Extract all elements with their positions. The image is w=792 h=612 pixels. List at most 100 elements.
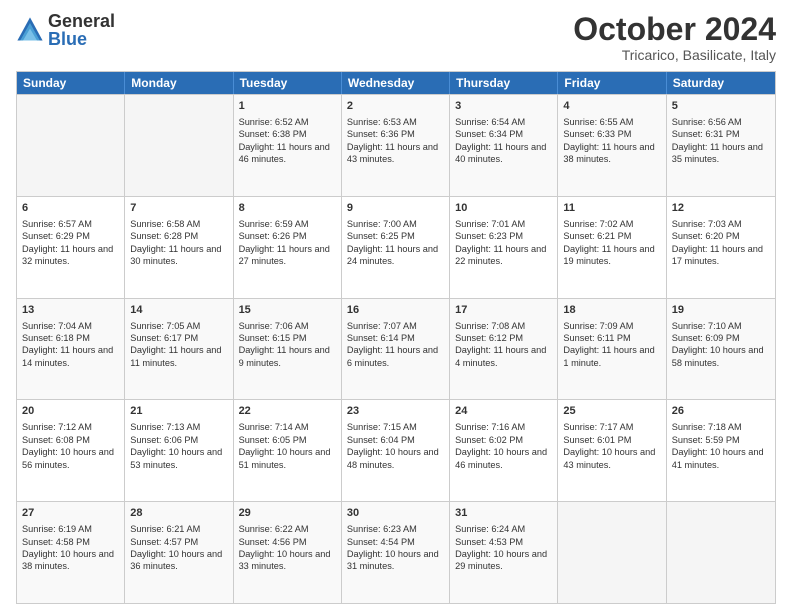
calendar-day: 30 Sunrise: 6:23 AM Sunset: 4:54 PM Dayli… bbox=[342, 502, 450, 603]
day-number: 1 bbox=[239, 99, 336, 114]
day-number: 12 bbox=[672, 201, 770, 216]
day-number: 27 bbox=[22, 506, 119, 521]
calendar-day: 15Sunrise: 7:06 AM Sunset: 6:15 PM Dayli… bbox=[234, 299, 342, 400]
day-info: Sunrise: 7:08 AM Sunset: 6:12 PM Dayligh… bbox=[455, 321, 549, 368]
day-info: Sunrise: 7:02 AM Sunset: 6:21 PM Dayligh… bbox=[563, 219, 657, 266]
day-info: Sunrise: 7:12 AM Sunset: 6:08 PM Dayligh… bbox=[22, 422, 117, 469]
weekday-header: Saturday bbox=[667, 72, 775, 94]
day-number: 30 bbox=[347, 506, 444, 521]
calendar-day: 5Sunrise: 6:56 AM Sunset: 6:31 PM Daylig… bbox=[667, 95, 775, 196]
weekday-header: Sunday bbox=[17, 72, 125, 94]
day-number: 9 bbox=[347, 201, 444, 216]
calendar-day: 31Sunrise: 6:24 AM Sunset: 4:53 PM Dayli… bbox=[450, 502, 558, 603]
calendar-header: SundayMondayTuesdayWednesdayThursdayFrid… bbox=[17, 72, 775, 94]
day-info: Sunrise: 7:00 AM Sunset: 6:25 PM Dayligh… bbox=[347, 219, 441, 266]
day-info: Sunrise: 7:18 AM Sunset: 5:59 PM Dayligh… bbox=[672, 422, 767, 469]
calendar-day: 21Sunrise: 7:13 AM Sunset: 6:06 PM Dayli… bbox=[125, 400, 233, 501]
day-number: 20 bbox=[22, 404, 119, 419]
day-number: 29 bbox=[239, 506, 336, 521]
weekday-header: Friday bbox=[558, 72, 666, 94]
calendar-day: 16Sunrise: 7:07 AM Sunset: 6:14 PM Dayli… bbox=[342, 299, 450, 400]
day-info: Sunrise: 6:23 AM Sunset: 4:54 PM Dayligh… bbox=[347, 524, 442, 571]
weekday-header: Monday bbox=[125, 72, 233, 94]
day-info: Sunrise: 7:16 AM Sunset: 6:02 PM Dayligh… bbox=[455, 422, 550, 469]
day-number: 13 bbox=[22, 303, 119, 318]
weekday-header: Wednesday bbox=[342, 72, 450, 94]
calendar-row: 6 Sunrise: 6:57 AM Sunset: 6:29 PM Daylig… bbox=[17, 196, 775, 298]
calendar-day: 1 Sunrise: 6:52 AM Sunset: 6:38 PM Daylig… bbox=[234, 95, 342, 196]
day-number: 22 bbox=[239, 404, 336, 419]
month-title: October 2024 bbox=[573, 12, 776, 47]
calendar-day: 9 Sunrise: 7:00 AM Sunset: 6:25 PM Daylig… bbox=[342, 197, 450, 298]
calendar-row: 1 Sunrise: 6:52 AM Sunset: 6:38 PM Daylig… bbox=[17, 94, 775, 196]
day-number: 17 bbox=[455, 303, 552, 318]
day-info: Sunrise: 7:01 AM Sunset: 6:23 PM Dayligh… bbox=[455, 219, 549, 266]
calendar-day: 2 Sunrise: 6:53 AM Sunset: 6:36 PM Daylig… bbox=[342, 95, 450, 196]
day-number: 5 bbox=[672, 99, 770, 114]
day-number: 18 bbox=[563, 303, 660, 318]
page: General Blue October 2024 Tricarico, Bas… bbox=[0, 0, 792, 612]
calendar-day: 25Sunrise: 7:17 AM Sunset: 6:01 PM Dayli… bbox=[558, 400, 666, 501]
calendar-day: 8 Sunrise: 6:59 AM Sunset: 6:26 PM Daylig… bbox=[234, 197, 342, 298]
calendar-empty bbox=[17, 95, 125, 196]
day-info: Sunrise: 7:13 AM Sunset: 6:06 PM Dayligh… bbox=[130, 422, 225, 469]
day-number: 14 bbox=[130, 303, 227, 318]
day-info: Sunrise: 7:14 AM Sunset: 6:05 PM Dayligh… bbox=[239, 422, 334, 469]
calendar-day: 11 Sunrise: 7:02 AM Sunset: 6:21 PM Dayli… bbox=[558, 197, 666, 298]
calendar-day: 17 Sunrise: 7:08 AM Sunset: 6:12 PM Dayli… bbox=[450, 299, 558, 400]
header: General Blue October 2024 Tricarico, Bas… bbox=[16, 12, 776, 63]
calendar-day: 14 Sunrise: 7:05 AM Sunset: 6:17 PM Dayli… bbox=[125, 299, 233, 400]
calendar-day: 12Sunrise: 7:03 AM Sunset: 6:20 PM Dayli… bbox=[667, 197, 775, 298]
calendar-day: 18Sunrise: 7:09 AM Sunset: 6:11 PM Dayli… bbox=[558, 299, 666, 400]
day-number: 15 bbox=[239, 303, 336, 318]
calendar-day: 27 Sunrise: 6:19 AM Sunset: 4:58 PM Dayli… bbox=[17, 502, 125, 603]
day-info: Sunrise: 7:04 AM Sunset: 6:18 PM Dayligh… bbox=[22, 321, 116, 368]
calendar-day: 23 Sunrise: 7:15 AM Sunset: 6:04 PM Dayli… bbox=[342, 400, 450, 501]
day-number: 8 bbox=[239, 201, 336, 216]
calendar-empty bbox=[125, 95, 233, 196]
day-info: Sunrise: 6:52 AM Sunset: 6:38 PM Dayligh… bbox=[239, 117, 333, 164]
calendar-day: 13 Sunrise: 7:04 AM Sunset: 6:18 PM Dayli… bbox=[17, 299, 125, 400]
day-number: 4 bbox=[563, 99, 660, 114]
day-number: 6 bbox=[22, 201, 119, 216]
location: Tricarico, Basilicate, Italy bbox=[573, 47, 776, 63]
calendar-row: 20 Sunrise: 7:12 AM Sunset: 6:08 PM Dayli… bbox=[17, 399, 775, 501]
day-info: Sunrise: 6:19 AM Sunset: 4:58 PM Dayligh… bbox=[22, 524, 117, 571]
logo-icon bbox=[16, 16, 44, 44]
calendar-day: 29Sunrise: 6:22 AM Sunset: 4:56 PM Dayli… bbox=[234, 502, 342, 603]
day-number: 11 bbox=[563, 201, 660, 216]
day-info: Sunrise: 6:54 AM Sunset: 6:34 PM Dayligh… bbox=[455, 117, 549, 164]
calendar-body: 1 Sunrise: 6:52 AM Sunset: 6:38 PM Daylig… bbox=[17, 94, 775, 603]
title-block: October 2024 Tricarico, Basilicate, Ital… bbox=[573, 12, 776, 63]
logo-text: General Blue bbox=[48, 12, 115, 48]
day-number: 26 bbox=[672, 404, 770, 419]
calendar-day: 22 Sunrise: 7:14 AM Sunset: 6:05 PM Dayli… bbox=[234, 400, 342, 501]
calendar-day: 19Sunrise: 7:10 AM Sunset: 6:09 PM Dayli… bbox=[667, 299, 775, 400]
weekday-header: Thursday bbox=[450, 72, 558, 94]
day-number: 16 bbox=[347, 303, 444, 318]
calendar-day: 4Sunrise: 6:55 AM Sunset: 6:33 PM Daylig… bbox=[558, 95, 666, 196]
calendar-empty bbox=[558, 502, 666, 603]
day-info: Sunrise: 6:59 AM Sunset: 6:26 PM Dayligh… bbox=[239, 219, 333, 266]
calendar-day: 10 Sunrise: 7:01 AM Sunset: 6:23 PM Dayli… bbox=[450, 197, 558, 298]
day-number: 10 bbox=[455, 201, 552, 216]
day-info: Sunrise: 7:05 AM Sunset: 6:17 PM Dayligh… bbox=[130, 321, 224, 368]
day-number: 2 bbox=[347, 99, 444, 114]
calendar-day: 24 Sunrise: 7:16 AM Sunset: 6:02 PM Dayli… bbox=[450, 400, 558, 501]
day-info: Sunrise: 6:57 AM Sunset: 6:29 PM Dayligh… bbox=[22, 219, 116, 266]
logo-general: General bbox=[48, 12, 115, 30]
day-number: 3 bbox=[455, 99, 552, 114]
calendar-day: 20 Sunrise: 7:12 AM Sunset: 6:08 PM Dayli… bbox=[17, 400, 125, 501]
calendar-day: 26 Sunrise: 7:18 AM Sunset: 5:59 PM Dayli… bbox=[667, 400, 775, 501]
day-info: Sunrise: 7:15 AM Sunset: 6:04 PM Dayligh… bbox=[347, 422, 442, 469]
calendar-day: 28Sunrise: 6:21 AM Sunset: 4:57 PM Dayli… bbox=[125, 502, 233, 603]
day-number: 23 bbox=[347, 404, 444, 419]
day-info: Sunrise: 6:58 AM Sunset: 6:28 PM Dayligh… bbox=[130, 219, 224, 266]
day-info: Sunrise: 6:53 AM Sunset: 6:36 PM Dayligh… bbox=[347, 117, 441, 164]
calendar-row: 27 Sunrise: 6:19 AM Sunset: 4:58 PM Dayli… bbox=[17, 501, 775, 603]
logo: General Blue bbox=[16, 12, 115, 48]
day-number: 7 bbox=[130, 201, 227, 216]
day-number: 28 bbox=[130, 506, 227, 521]
day-number: 31 bbox=[455, 506, 552, 521]
day-number: 24 bbox=[455, 404, 552, 419]
